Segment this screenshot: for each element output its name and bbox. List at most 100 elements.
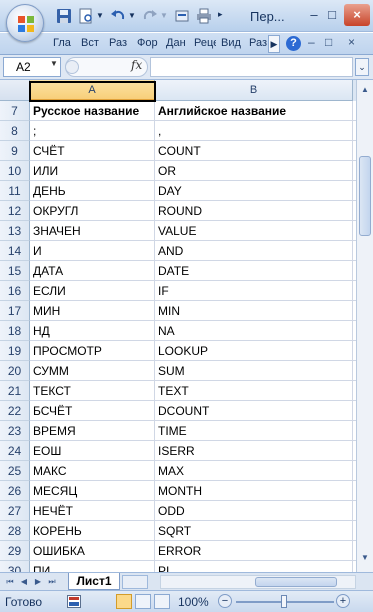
cell-b[interactable]: SQRT bbox=[155, 521, 353, 541]
horizontal-scroll-thumb[interactable] bbox=[255, 577, 337, 587]
cell-b[interactable]: ROUND bbox=[155, 201, 353, 221]
print-icon[interactable] bbox=[196, 8, 212, 24]
cell-a[interactable]: ПРОСМОТР bbox=[30, 341, 155, 361]
office-button[interactable] bbox=[6, 4, 44, 42]
row-header[interactable]: 8 bbox=[0, 121, 30, 141]
normal-view-button[interactable] bbox=[116, 594, 132, 609]
cell-a[interactable]: КОРЕНЬ bbox=[30, 521, 155, 541]
sheet-tab-active[interactable]: Лист1 bbox=[68, 573, 120, 590]
cell-a[interactable]: ; bbox=[30, 121, 155, 141]
last-sheet-icon[interactable]: ⏭ bbox=[46, 575, 58, 589]
name-box-dropdown-icon[interactable]: ▼ bbox=[50, 59, 58, 68]
customize-toolbar-icon[interactable]: ▸ bbox=[218, 9, 234, 25]
cell-a[interactable]: МЕСЯЦ bbox=[30, 481, 155, 501]
scroll-down-icon[interactable]: ▼ bbox=[358, 550, 372, 566]
zoom-out-button[interactable]: − bbox=[218, 594, 232, 608]
workbook-minimize-button[interactable]: – bbox=[308, 35, 315, 49]
row-header[interactable]: 25 bbox=[0, 461, 30, 481]
cell-b[interactable]: DAY bbox=[155, 181, 353, 201]
row-header[interactable]: 17 bbox=[0, 301, 30, 321]
cell-b[interactable]: TIME bbox=[155, 421, 353, 441]
insert-sheet-icon[interactable] bbox=[122, 575, 148, 589]
row-header[interactable]: 14 bbox=[0, 241, 30, 261]
cell-b[interactable]: COUNT bbox=[155, 141, 353, 161]
cell-a[interactable]: НД bbox=[30, 321, 155, 341]
save-icon[interactable] bbox=[56, 8, 72, 24]
cell-b[interactable]: SUM bbox=[155, 361, 353, 381]
column-header-a[interactable]: A bbox=[30, 80, 155, 101]
cell-b[interactable]: NA bbox=[155, 321, 353, 341]
row-header[interactable]: 28 bbox=[0, 521, 30, 541]
ribbon-scroll-right-icon[interactable]: ▶ bbox=[268, 35, 280, 53]
scroll-up-icon[interactable]: ▲ bbox=[358, 82, 372, 98]
page-break-view-button[interactable] bbox=[154, 594, 170, 609]
cell-b[interactable]: , bbox=[155, 121, 353, 141]
row-header[interactable]: 29 bbox=[0, 541, 30, 561]
row-header[interactable]: 26 bbox=[0, 481, 30, 501]
expand-formula-bar-icon[interactable]: ⌄ bbox=[355, 58, 369, 76]
row-header[interactable]: 7 bbox=[0, 101, 30, 121]
zoom-in-button[interactable]: + bbox=[336, 594, 350, 608]
tab-home[interactable]: Гла bbox=[53, 37, 73, 53]
cell-a[interactable]: НЕЧЁТ bbox=[30, 501, 155, 521]
cell-a[interactable]: ИЛИ bbox=[30, 161, 155, 181]
help-icon[interactable]: ? bbox=[286, 36, 301, 51]
cell-b[interactable]: AND bbox=[155, 241, 353, 261]
tab-view[interactable]: Вид bbox=[221, 37, 243, 53]
cell-b[interactable]: MONTH bbox=[155, 481, 353, 501]
zoom-level[interactable]: 100% bbox=[178, 595, 209, 609]
row-header[interactable]: 9 bbox=[0, 141, 30, 161]
cell-a[interactable]: ДАТА bbox=[30, 261, 155, 281]
select-all-corner[interactable] bbox=[0, 80, 30, 101]
tab-page-layout[interactable]: Раз bbox=[109, 37, 129, 53]
tab-data[interactable]: Дан bbox=[166, 37, 187, 53]
row-header[interactable]: 16 bbox=[0, 281, 30, 301]
row-header[interactable]: 22 bbox=[0, 401, 30, 421]
cell-b[interactable]: IF bbox=[155, 281, 353, 301]
row-header[interactable]: 30 bbox=[0, 561, 30, 572]
maximize-button[interactable]: □ bbox=[322, 4, 342, 26]
cell-b[interactable]: ERROR bbox=[155, 541, 353, 561]
row-header[interactable]: 12 bbox=[0, 201, 30, 221]
cell-b[interactable]: TEXT bbox=[155, 381, 353, 401]
cell-b[interactable]: MAX bbox=[155, 461, 353, 481]
column-header-b[interactable]: B bbox=[155, 80, 353, 101]
cell-a[interactable]: И bbox=[30, 241, 155, 261]
workbook-close-button[interactable]: × bbox=[348, 35, 355, 49]
print-preview-icon[interactable] bbox=[78, 8, 94, 24]
workbook-restore-button[interactable]: □ bbox=[325, 35, 332, 49]
formula-bar-splitter[interactable] bbox=[65, 60, 79, 74]
row-header[interactable]: 27 bbox=[0, 501, 30, 521]
cell-a[interactable]: ВРЕМЯ bbox=[30, 421, 155, 441]
cell-a[interactable]: ОКРУГЛ bbox=[30, 201, 155, 221]
cell-a[interactable]: ОШИБКА bbox=[30, 541, 155, 561]
row-header[interactable]: 15 bbox=[0, 261, 30, 281]
insert-function-icon[interactable]: fx bbox=[131, 58, 142, 72]
vertical-scrollbar[interactable]: ▲ ▼ bbox=[356, 80, 373, 572]
tab-insert[interactable]: Вст bbox=[81, 37, 102, 53]
cell-a[interactable]: Русское название bbox=[30, 101, 155, 121]
row-header[interactable]: 10 bbox=[0, 161, 30, 181]
tab-developer[interactable]: Раз bbox=[249, 37, 267, 53]
cell-a[interactable]: ПИ bbox=[30, 561, 155, 572]
row-header[interactable]: 23 bbox=[0, 421, 30, 441]
horizontal-scrollbar[interactable] bbox=[160, 575, 356, 589]
redo-icon[interactable] bbox=[142, 8, 158, 24]
minimize-button[interactable]: – bbox=[304, 4, 324, 26]
tab-review[interactable]: Реце bbox=[194, 37, 216, 53]
quick-access-icon[interactable] bbox=[174, 8, 190, 24]
undo-icon[interactable] bbox=[110, 8, 126, 24]
cell-a[interactable]: ЕОШ bbox=[30, 441, 155, 461]
cell-b[interactable]: VALUE bbox=[155, 221, 353, 241]
cell-b[interactable]: OR bbox=[155, 161, 353, 181]
cell-a[interactable]: ЗНАЧЕН bbox=[30, 221, 155, 241]
cell-b[interactable]: DCOUNT bbox=[155, 401, 353, 421]
cell-b[interactable]: LOOKUP bbox=[155, 341, 353, 361]
cell-a[interactable]: ДЕНЬ bbox=[30, 181, 155, 201]
cell-a[interactable]: МИН bbox=[30, 301, 155, 321]
row-header[interactable]: 13 bbox=[0, 221, 30, 241]
cell-b[interactable]: ISERR bbox=[155, 441, 353, 461]
cell-b[interactable]: MIN bbox=[155, 301, 353, 321]
first-sheet-icon[interactable]: ⏮ bbox=[4, 575, 16, 589]
row-header[interactable]: 24 bbox=[0, 441, 30, 461]
